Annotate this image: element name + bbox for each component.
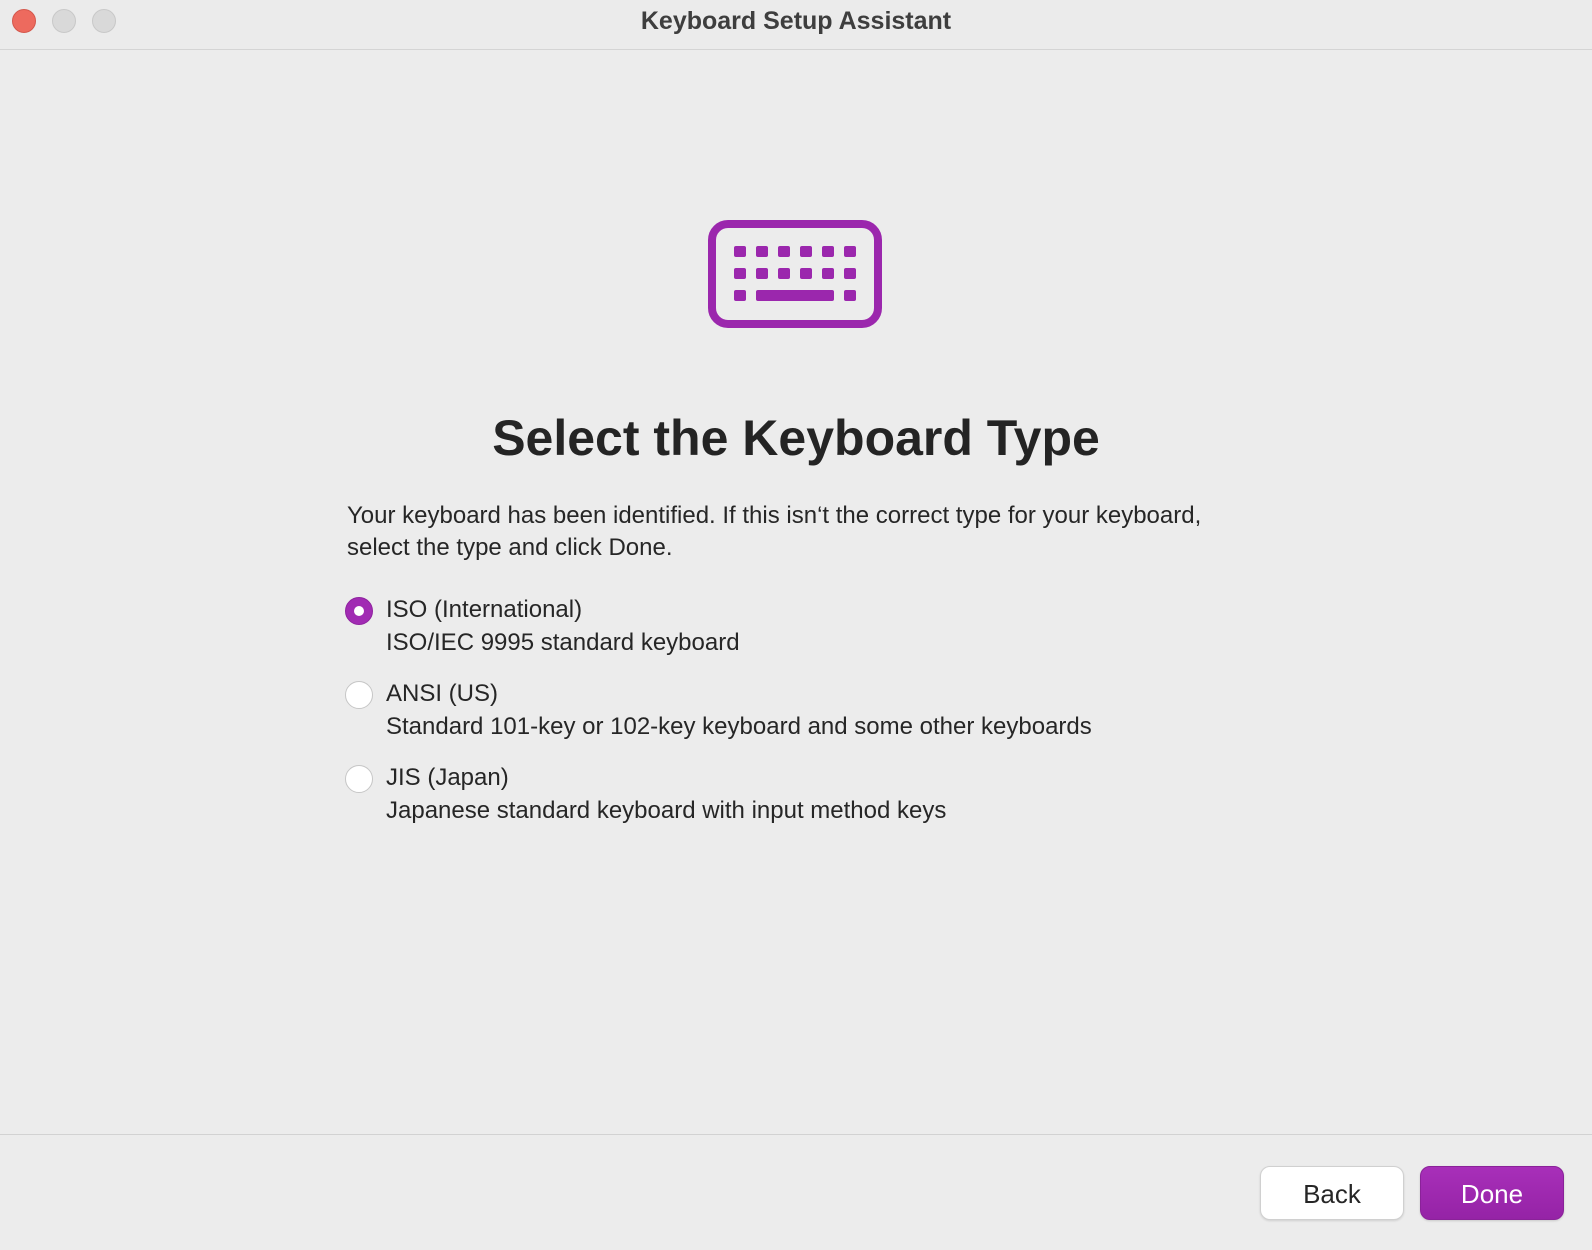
footer-divider [0,1134,1592,1135]
done-button[interactable]: Done [1420,1166,1564,1220]
option-label: ANSI (US) [386,680,499,707]
radio-button-iso[interactable] [345,597,373,625]
option-description: Standard 101-key or 102-key keyboard and… [386,713,1092,740]
option-description: Japanese standard keyboard with input me… [386,797,947,824]
back-button[interactable]: Back [1260,1166,1404,1220]
page-title: Select the Keyboard Type [492,410,1100,466]
keyboard-type-radio-group: ISO (International) ISO/IEC 9995 standar… [345,594,1245,846]
page-description: Your keyboard has been identified. If th… [347,502,1202,561]
radio-button-ansi[interactable] [345,681,373,709]
radio-button-jis[interactable] [345,765,373,793]
keyboard-icon [708,220,882,330]
option-iso[interactable]: ISO (International) ISO/IEC 9995 standar… [345,594,1245,678]
option-label: JIS (Japan) [386,764,509,791]
option-description: ISO/IEC 9995 standard keyboard [386,629,740,656]
title-bar: Keyboard Setup Assistant [0,0,1592,50]
option-ansi[interactable]: ANSI (US) Standard 101-key or 102-key ke… [345,678,1245,762]
option-jis[interactable]: JIS (Japan) Japanese standard keyboard w… [345,762,1245,846]
option-label: ISO (International) [386,596,583,623]
keyboard-setup-window: Keyboard Setup Assistant Select the Keyb… [0,0,1592,1250]
window-title: Keyboard Setup Assistant [640,7,952,35]
